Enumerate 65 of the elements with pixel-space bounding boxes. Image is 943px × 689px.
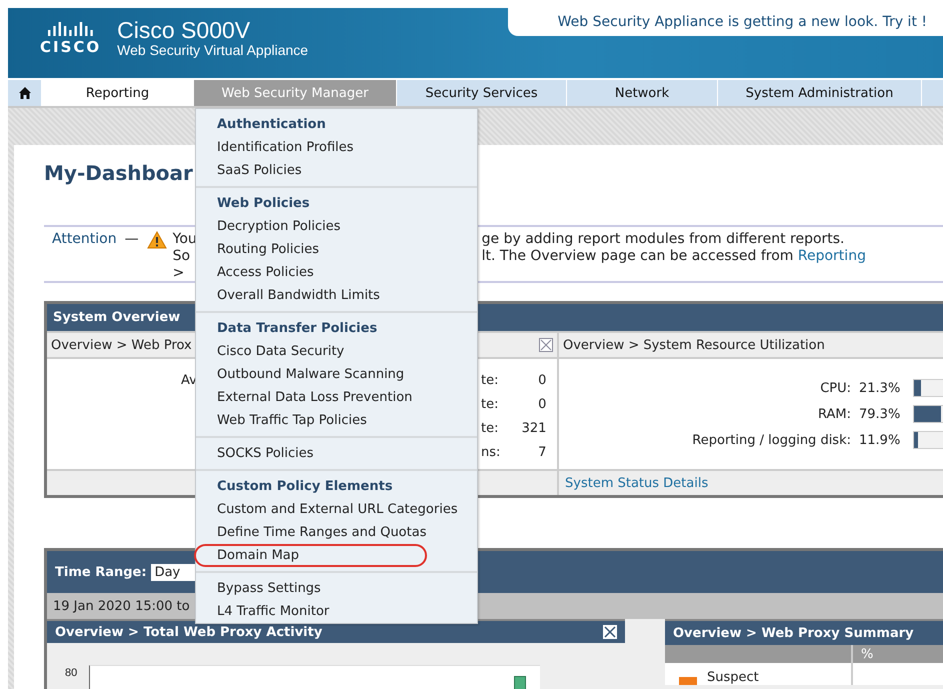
time-range-label: Time Range: xyxy=(55,564,147,580)
meter-label: RAM: xyxy=(818,406,851,422)
attention-text: lt. The Overview page can be accessed from Reporting xyxy=(482,248,866,265)
menu-section-title: Web Policies xyxy=(216,195,311,213)
menu-item[interactable]: Custom and External URL Categories xyxy=(194,498,477,521)
menu-item[interactable]: Access Policies xyxy=(194,261,477,284)
stat-value: 0 xyxy=(537,373,546,388)
row-label: Suspect xyxy=(707,670,759,685)
attention-text: > xyxy=(172,265,184,282)
page-title: My-Dashboar xyxy=(44,161,193,185)
panel-title: System Overview xyxy=(53,310,180,325)
meter-label: CPU: xyxy=(820,380,851,396)
meter-reading: 79.3% xyxy=(859,406,899,422)
stat-label: te: xyxy=(481,373,500,388)
attention-text: So xyxy=(172,248,190,265)
menu-item[interactable]: Outbound Malware Scanning xyxy=(194,363,477,386)
menu-item[interactable]: L4 Traffic Monitor xyxy=(194,600,477,623)
product-subtitle: Web Security Virtual Appliance xyxy=(117,42,308,58)
close-icon[interactable] xyxy=(603,625,617,639)
menu-section-title: Authentication xyxy=(216,116,327,134)
menu-item[interactable]: Domain Map xyxy=(194,544,427,567)
logo-text: CISCO xyxy=(40,38,102,56)
meter-label: Reporting / logging disk: xyxy=(692,432,851,448)
menu-item[interactable]: External Data Loss Prevention xyxy=(194,386,477,409)
dash-text: — xyxy=(124,231,139,247)
meter-reading: 21.3% xyxy=(859,380,899,396)
stat-value: 0 xyxy=(537,397,546,412)
nav-tab[interactable]: Security Services xyxy=(397,80,567,106)
product-name: Cisco S000V xyxy=(117,18,252,42)
subpanel-title: Overview > Total Web Proxy Activity xyxy=(55,626,322,638)
menu-item[interactable]: Decryption Policies xyxy=(194,215,477,238)
menu-section-title: Data Transfer Policies xyxy=(216,320,378,338)
stat-value: 7 xyxy=(537,445,546,460)
menu-section-title: Custom Policy Elements xyxy=(216,478,394,496)
menu-item[interactable]: Cisco Data Security xyxy=(194,340,477,363)
menu-item[interactable]: Define Time Ranges and Quotas xyxy=(194,521,477,544)
attention-label: Attention xyxy=(52,231,117,247)
axis-tick-label: 80 xyxy=(65,667,78,679)
close-icon[interactable] xyxy=(539,338,553,352)
nav-tab[interactable]: Network xyxy=(567,80,718,106)
warning-icon xyxy=(146,231,167,249)
menu-item[interactable]: Routing Policies xyxy=(194,238,477,261)
meter-reading: 11.9% xyxy=(859,432,899,448)
home-button[interactable] xyxy=(8,80,42,106)
nav-bar-end xyxy=(922,80,943,106)
home-icon xyxy=(18,86,32,100)
attention-text: ge by adding report modules from different reports. xyxy=(482,231,846,248)
nav-tab[interactable]: System Administration xyxy=(718,80,922,106)
menu-item[interactable]: Web Traffic Tap Policies xyxy=(194,409,477,432)
menu-item[interactable]: SOCKS Policies xyxy=(194,442,477,465)
cisco-bars-icon xyxy=(46,20,95,36)
subpanel-title: Overview > Web Proxy Summary xyxy=(673,626,914,640)
menu-item[interactable]: Identification Profiles xyxy=(194,136,477,159)
menu-item[interactable]: SaaS Policies xyxy=(194,159,477,182)
period-text: 19 Jan 2020 15:00 to xyxy=(53,598,190,614)
reporting-link[interactable]: Reporting xyxy=(798,248,866,264)
stat-label: ns: xyxy=(481,445,500,460)
subpanel-title: Overview > System Resource Utilization xyxy=(563,338,825,352)
subpanel-title: Overview > Web Prox xyxy=(51,338,192,352)
stat-label: te: xyxy=(481,397,500,412)
new-look-link[interactable]: Web Security Appliance is getting a new look. Try it ! xyxy=(508,8,943,36)
column-header: % xyxy=(860,646,874,663)
stat-value: 321 xyxy=(520,421,546,436)
menu-item[interactable]: Overall Bandwidth Limits xyxy=(194,284,477,307)
stat-label: te: xyxy=(481,421,500,436)
